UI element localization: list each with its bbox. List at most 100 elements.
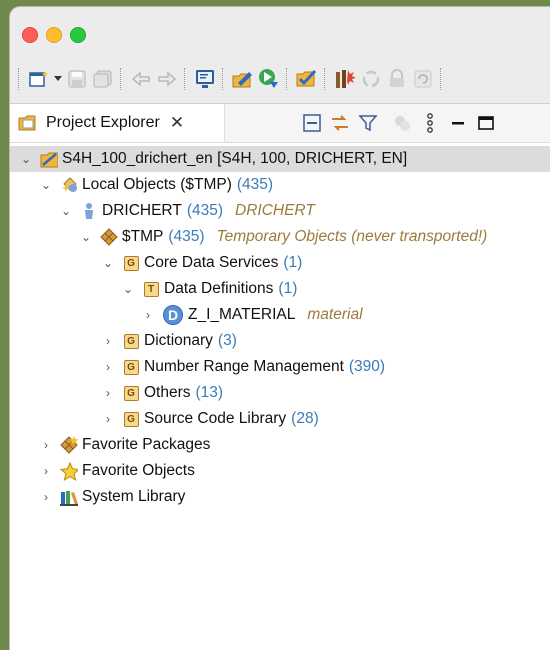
tree-item-label: Favorite Packages (82, 436, 211, 453)
group-folder-icon: G (122, 358, 140, 376)
tree-item-label: System Library (82, 488, 186, 505)
tree-item-dictionary[interactable]: › G Dictionary (3) (10, 328, 550, 354)
tree-item-label: Core Data Services (144, 254, 279, 271)
toolbar-separator (18, 68, 22, 90)
group-folder-icon: G (122, 410, 140, 428)
star-icon (60, 461, 78, 481)
minimize-window-button[interactable] (46, 27, 62, 43)
close-window-button[interactable] (22, 27, 38, 43)
object-count: (1) (283, 254, 303, 271)
tree-item-local-objects[interactable]: ⌄ Local Objects ($TMP) (435) (10, 172, 550, 198)
object-count: (390) (348, 358, 386, 375)
tree-item-label: Dictionary (144, 332, 213, 349)
type-folder-icon: T (142, 280, 160, 298)
tree-item-project[interactable]: ⌄ S4H_100_drichert_en [S4H, 100, DRICHER… (10, 146, 550, 172)
chevron-right-icon[interactable]: › (100, 385, 116, 401)
item-description: Temporary Objects (never transported!) (216, 228, 488, 245)
main-toolbar (10, 59, 550, 99)
chevron-right-icon[interactable]: › (100, 359, 116, 375)
package-icon (100, 228, 118, 246)
favorite-packages-icon (60, 436, 78, 454)
tree-item-label: S4H_100_drichert_en [S4H, 100, DRICHERT,… (62, 150, 408, 167)
tree-item-system-library[interactable]: › System Library (10, 484, 550, 510)
object-count: (13) (195, 384, 224, 401)
data-definition-icon: D (162, 305, 184, 325)
item-description: DRICHERT (235, 202, 315, 219)
link-with-editor-icon[interactable] (328, 111, 352, 135)
chevron-right-icon[interactable]: › (38, 489, 54, 505)
minimize-icon[interactable] (446, 111, 470, 135)
save-all-icon[interactable] (91, 67, 115, 91)
chevron-down-icon[interactable]: ⌄ (58, 203, 74, 219)
toolbar-separator (324, 68, 328, 90)
tree-item-label: Data Definitions (164, 280, 274, 297)
close-icon[interactable]: ✕ (170, 113, 184, 133)
object-count: (28) (291, 410, 319, 427)
new-wizard-icon[interactable] (27, 67, 51, 91)
filters-icon[interactable] (390, 111, 414, 135)
back-icon[interactable] (129, 67, 153, 91)
chevron-right-icon[interactable]: › (100, 411, 116, 427)
object-count: (435) (168, 228, 205, 245)
chevron-right-icon[interactable]: › (140, 307, 156, 323)
lock-icon[interactable] (385, 67, 409, 91)
tree-item-label: Others (144, 384, 191, 401)
object-count: (435) (236, 176, 274, 193)
open-abap-development-object-icon[interactable] (231, 67, 255, 91)
chevron-down-icon[interactable]: ⌄ (38, 177, 54, 193)
chevron-down-icon[interactable]: ⌄ (18, 151, 34, 167)
tree-item-user[interactable]: ⌄ DRICHERT (435) DRICHERT (10, 198, 550, 224)
tree-item-data-definitions[interactable]: ⌄ T Data Definitions (1) (10, 276, 550, 302)
abap-unit-icon[interactable] (333, 67, 357, 91)
tree-item-core-data-services[interactable]: ⌄ G Core Data Services (1) (10, 250, 550, 276)
tree-item-label: $TMP (122, 228, 164, 245)
tree-item-favorite-objects[interactable]: › Favorite Objects (10, 458, 550, 484)
tree-item-others[interactable]: › G Others (13) (10, 380, 550, 406)
filter-icon[interactable] (356, 111, 380, 135)
tree-item-z-i-material[interactable]: › D Z_I_MATERIAL material (10, 302, 550, 328)
library-books-icon (60, 488, 78, 506)
forward-icon[interactable] (155, 67, 179, 91)
toolbar-separator (286, 68, 290, 90)
chevron-right-icon[interactable]: › (100, 333, 116, 349)
tab-project-explorer[interactable]: Project Explorer ✕ (10, 104, 225, 142)
tree-item-label: Local Objects ($TMP) (82, 176, 232, 193)
object-count: (435) (186, 202, 223, 219)
activate-icon[interactable] (295, 67, 319, 91)
collapse-all-icon[interactable] (300, 111, 324, 135)
object-count: (1) (278, 280, 298, 297)
dropdown-arrow-icon[interactable] (53, 67, 63, 91)
run-icon[interactable] (257, 67, 281, 91)
view-menu-icon[interactable] (418, 111, 442, 135)
tree-item-label: Number Range Management (144, 358, 344, 375)
tree-item-source-code-library[interactable]: › G Source Code Library (28) (10, 406, 550, 432)
object-count: (3) (217, 332, 237, 349)
chevron-down-icon[interactable]: ⌄ (78, 229, 94, 245)
toolbar-separator (440, 68, 444, 90)
toolbar-separator (120, 68, 124, 90)
group-folder-icon: G (122, 254, 140, 272)
project-explorer-icon (18, 114, 36, 132)
tree-item-label: Source Code Library (144, 410, 287, 427)
chevron-right-icon[interactable]: › (38, 463, 54, 479)
group-folder-icon: G (122, 332, 140, 350)
zoom-window-button[interactable] (70, 27, 86, 43)
chevron-right-icon[interactable]: › (38, 437, 54, 453)
toolbar-separator (222, 68, 226, 90)
group-folder-icon: G (122, 384, 140, 402)
tree-item-tmp-package[interactable]: ⌄ $TMP (435) Temporary Objects (never tr… (10, 224, 550, 250)
sync-icon[interactable] (359, 67, 383, 91)
user-icon (80, 202, 98, 220)
chevron-down-icon[interactable]: ⌄ (100, 255, 116, 271)
maximize-icon[interactable] (474, 111, 498, 135)
eclipse-window: Project Explorer ✕ ⌄ S4H_100_drichert_en… (10, 7, 550, 650)
console-icon[interactable] (193, 67, 217, 91)
save-icon[interactable] (65, 67, 89, 91)
tree-item-number-range-management[interactable]: › G Number Range Management (390) (10, 354, 550, 380)
local-objects-icon (60, 176, 78, 194)
chevron-down-icon[interactable]: ⌄ (120, 281, 136, 297)
tree-item-label: Favorite Objects (82, 462, 195, 479)
tab-label: Project Explorer (46, 114, 160, 131)
tree-item-favorite-packages[interactable]: › Favorite Packages (10, 432, 550, 458)
refresh-icon[interactable] (411, 67, 435, 91)
